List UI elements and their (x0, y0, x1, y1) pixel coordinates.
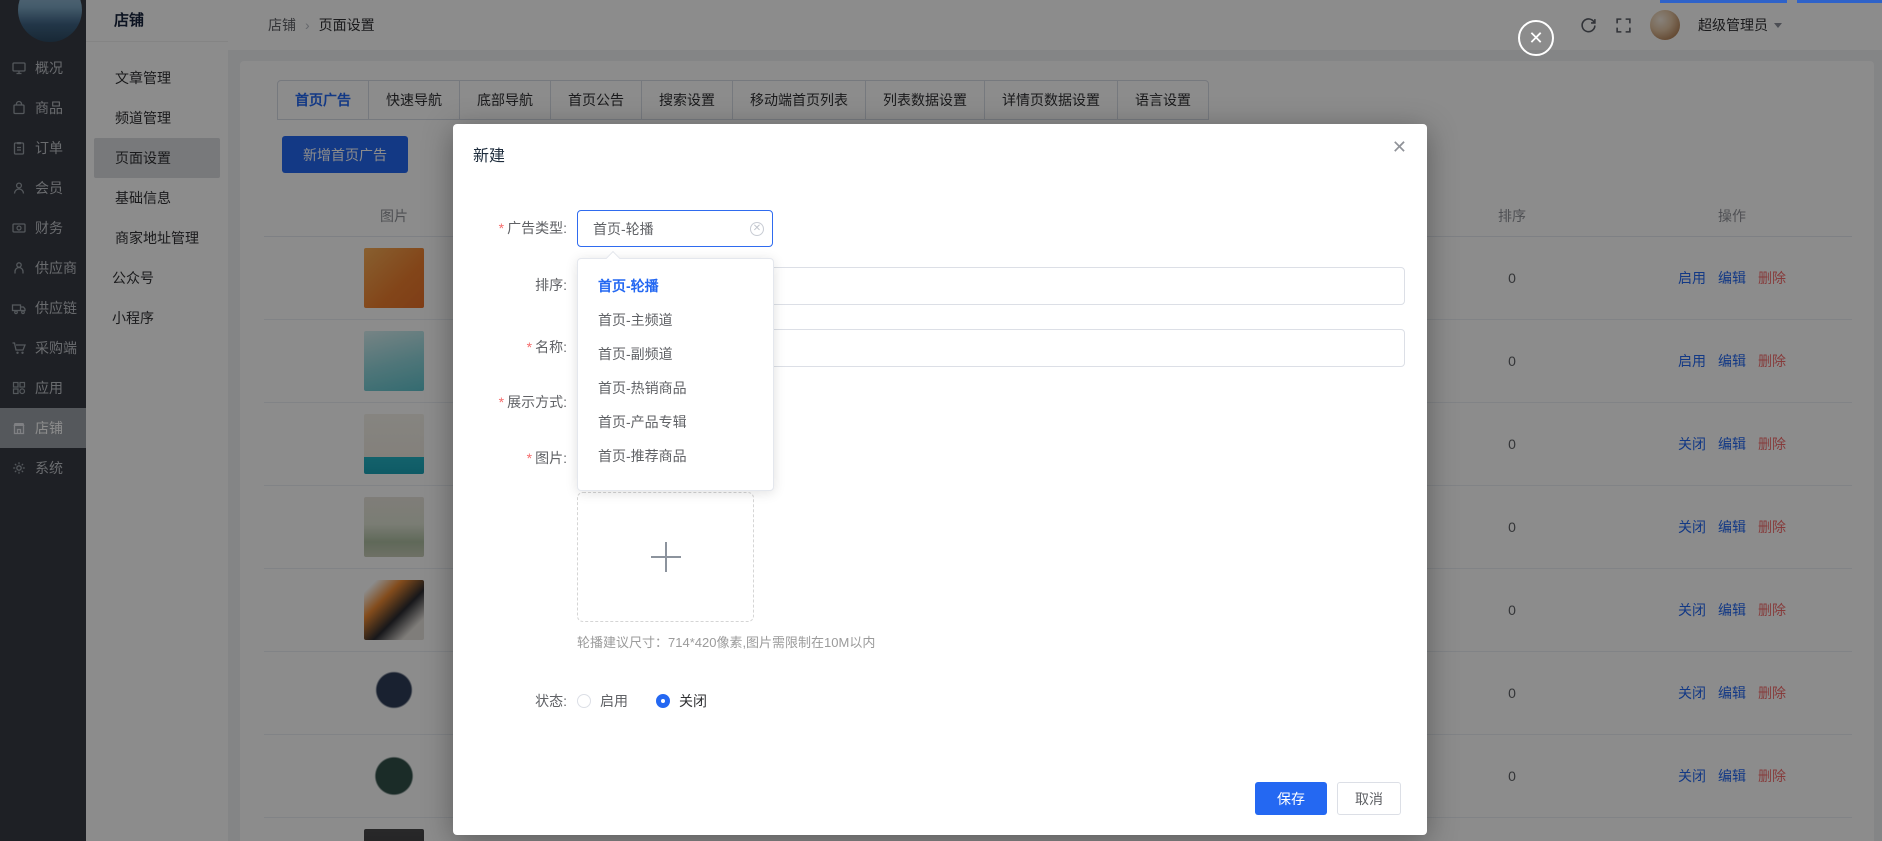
screen: 概况 商品 订单 会员 财务 供应商 供 (0, 0, 1882, 841)
name-label: 名称: (535, 339, 567, 355)
ad-type-select[interactable]: 首页-轮播 ✕ (577, 210, 773, 247)
image-upload-box[interactable] (577, 492, 754, 622)
dropdown-option[interactable]: 首页-推荐商品 (578, 439, 773, 473)
status-radio[interactable]: 启用 (577, 691, 628, 711)
radio-dot-icon (656, 694, 670, 708)
required-asterisk: * (499, 394, 504, 410)
save-button[interactable]: 保存 (1255, 782, 1327, 815)
clear-icon[interactable]: ✕ (750, 222, 764, 236)
status-radio-group: 启用 关闭 (577, 688, 707, 714)
dropdown-option[interactable]: 首页-轮播 (578, 269, 773, 303)
display-mode-label: 展示方式: (507, 394, 567, 410)
dialog-close-icon[interactable]: ✕ (1392, 138, 1407, 156)
dropdown-option[interactable]: 首页-热销商品 (578, 371, 773, 405)
dialog-title: 新建 (473, 142, 505, 166)
upload-hint: 轮播建议尺寸：714*420像素,图片需限制在10M以内 (577, 632, 875, 651)
browser-strip (1660, 0, 1787, 3)
dropdown-arrow (606, 251, 620, 265)
dropdown-option[interactable]: 首页-产品专辑 (578, 405, 773, 439)
ad-type-value: 首页-轮播 (593, 219, 654, 239)
ad-type-label: 广告类型: (507, 220, 567, 236)
radio-label: 启用 (600, 691, 628, 711)
status-label: 状态: (535, 693, 567, 709)
required-asterisk: * (527, 450, 532, 466)
ad-type-row: *广告类型: 首页-轮播 ✕ (453, 210, 773, 247)
required-asterisk: * (499, 220, 504, 236)
radio-label: 关闭 (679, 691, 707, 711)
cancel-button[interactable]: 取消 (1337, 782, 1401, 815)
plus-icon (651, 542, 681, 572)
browser-strip (1797, 0, 1882, 3)
status-row: 状态: 启用 关闭 (453, 688, 707, 714)
status-radio[interactable]: 关闭 (656, 691, 707, 711)
dropdown-option[interactable]: 首页-副频道 (578, 337, 773, 371)
radio-dot-icon (577, 694, 591, 708)
sort-label: 排序: (535, 277, 567, 293)
image-label: 图片: (535, 450, 567, 466)
new-ad-dialog: 新建 ✕ *广告类型: 首页-轮播 ✕ 排序: *名称: (453, 124, 1427, 835)
ad-type-dropdown: 首页-轮播首页-主频道首页-副频道首页-热销商品首页-产品专辑首页-推荐商品 (577, 258, 774, 491)
floating-close-button[interactable]: ✕ (1518, 20, 1554, 56)
image-row: *图片: (453, 440, 567, 477)
required-asterisk: * (527, 339, 532, 355)
dropdown-option[interactable]: 首页-主频道 (578, 303, 773, 337)
